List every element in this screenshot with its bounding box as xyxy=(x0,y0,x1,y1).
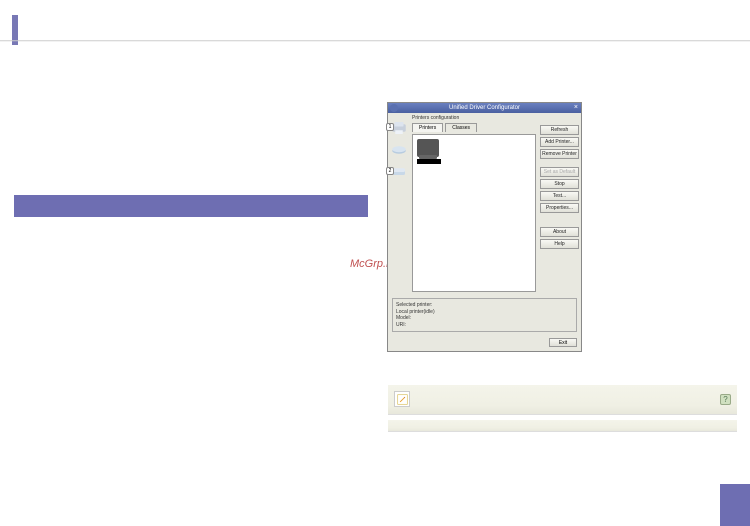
set-default-button[interactable]: Set as Default xyxy=(540,167,579,177)
exit-row: Exit xyxy=(388,336,581,351)
tabs: Printers Classes xyxy=(412,123,536,132)
pencil-icon xyxy=(394,391,410,407)
configurator-window: Unified Driver Configurator × 1 2 Printe… xyxy=(387,102,582,352)
left-rail: 1 2 xyxy=(388,113,408,294)
rail-badge-1: 1 xyxy=(386,123,394,131)
window-title: Unified Driver Configurator xyxy=(388,105,581,111)
window-body: 1 2 Printers configuration Printers Clas… xyxy=(388,113,581,294)
close-icon[interactable]: × xyxy=(574,104,578,111)
center-column: Printers configuration Printers Classes xyxy=(408,113,540,294)
printer-thumbnail-icon xyxy=(417,139,439,157)
page-corner xyxy=(720,484,750,526)
properties-button[interactable]: Properties... xyxy=(540,203,579,213)
info-uri: URI: xyxy=(396,322,573,329)
note-bar: ? xyxy=(388,385,737,415)
tab-classes[interactable]: Classes xyxy=(445,123,477,132)
refresh-button[interactable]: Refresh xyxy=(540,125,579,135)
printer-item[interactable] xyxy=(417,139,447,164)
help-icon[interactable]: ? xyxy=(720,394,731,405)
help-button[interactable]: Help xyxy=(540,239,579,249)
rail-printers[interactable]: 1 xyxy=(388,121,408,137)
add-printer-button[interactable]: Add Printer... xyxy=(540,137,579,147)
rail-scanners[interactable] xyxy=(388,143,408,159)
tab-printers[interactable]: Printers xyxy=(412,123,443,132)
selected-printer-info: Selected printer: Local printer(idle) Mo… xyxy=(392,298,577,332)
window-titlebar: Unified Driver Configurator × xyxy=(388,103,581,113)
scanner-icon xyxy=(390,143,408,157)
section-heading-band xyxy=(14,195,368,217)
exit-button[interactable]: Exit xyxy=(549,338,577,347)
test-button[interactable]: Test... xyxy=(540,191,579,201)
rail-badge-2: 2 xyxy=(386,167,394,175)
printer-list[interactable] xyxy=(412,134,536,292)
config-label: Printers configuration xyxy=(412,115,536,121)
about-button[interactable]: About xyxy=(540,227,579,237)
right-column: Refresh Add Printer... Remove Printer Se… xyxy=(540,113,581,294)
rail-ports[interactable]: 2 xyxy=(388,165,408,181)
stop-button[interactable]: Stop xyxy=(540,179,579,189)
note-bar-divider xyxy=(388,420,737,432)
printer-name-label xyxy=(417,159,441,164)
remove-printer-button[interactable]: Remove Printer xyxy=(540,149,579,159)
top-divider xyxy=(0,40,750,42)
